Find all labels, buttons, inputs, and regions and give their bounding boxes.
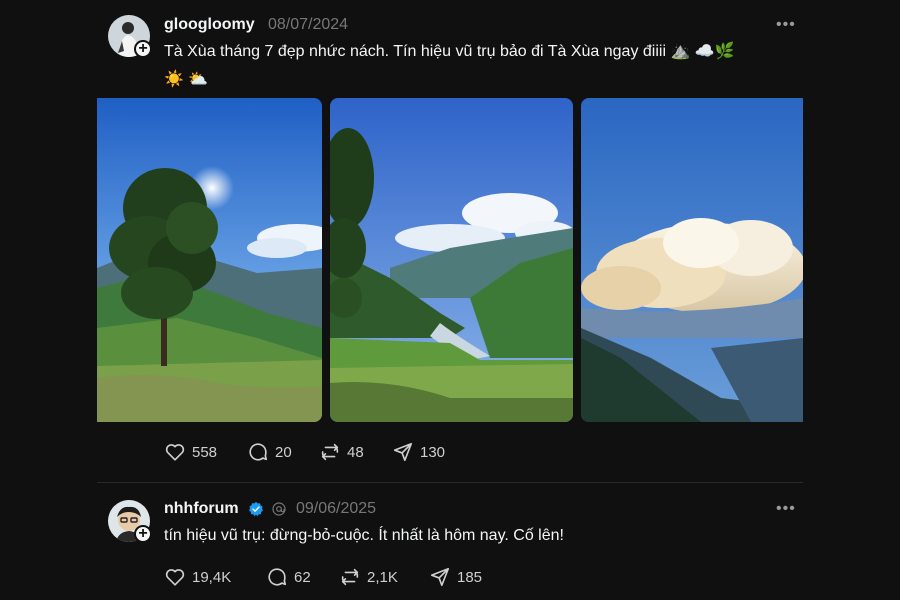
post-text: tín hiệu vũ trụ: đừng-bỏ-cuộc. Ít nhất l… xyxy=(164,527,564,544)
username[interactable]: gloogloomy xyxy=(164,16,255,34)
reply-button[interactable]: 62 xyxy=(266,565,311,589)
username[interactable]: nhhforum xyxy=(164,500,239,518)
repost-button[interactable]: 48 xyxy=(319,440,364,464)
more-icon[interactable]: ••• xyxy=(776,16,796,34)
share-button[interactable]: 130 xyxy=(392,440,445,464)
clouds-over-mountains-photo[interactable] xyxy=(581,98,803,422)
post-divider xyxy=(97,482,803,483)
like-count: 19,4K xyxy=(192,568,232,586)
like-count: 558 xyxy=(192,443,218,461)
post-actions: 558 20 48 130 xyxy=(164,440,564,464)
post-text-line1: Tà Xùa tháng 7 đẹp nhức nách. Tín hiệu v… xyxy=(164,43,735,60)
valley-lake-photo[interactable] xyxy=(330,98,573,422)
share-count: 130 xyxy=(420,443,446,461)
post-date[interactable]: 08/07/2024 xyxy=(268,16,348,34)
heart-icon xyxy=(164,566,186,588)
share-button[interactable]: 185 xyxy=(429,565,482,589)
comment-icon xyxy=(266,566,288,588)
repost-icon xyxy=(319,441,341,463)
repost-count: 2,1K xyxy=(367,568,398,586)
verified-badge-icon xyxy=(248,501,264,522)
post-text: Tà Xùa tháng 7 đẹp nhức nách. Tín hiệu v… xyxy=(164,38,804,94)
follow-plus-icon[interactable]: + xyxy=(134,525,152,543)
threads-logo-icon xyxy=(271,501,287,522)
repost-button[interactable]: 2,1K xyxy=(339,565,398,589)
more-icon[interactable]: ••• xyxy=(776,500,796,518)
share-count: 185 xyxy=(457,568,483,586)
share-icon xyxy=(392,441,414,463)
repost-count: 48 xyxy=(347,443,364,461)
post-actions: 19,4K 62 2,1K 185 xyxy=(164,565,584,589)
heart-icon xyxy=(164,441,186,463)
reply-count: 20 xyxy=(275,443,292,461)
post-gloogloomy: + gloogloomy 08/07/2024 ••• Tà Xùa tháng… xyxy=(0,0,900,480)
like-button[interactable]: 19,4K xyxy=(164,565,231,589)
post-nhhforum: + nhhforum 09/06/2025 ••• tín hiệu vũ tr… xyxy=(0,490,900,600)
tree-on-hill-photo[interactable] xyxy=(97,98,322,422)
like-button[interactable]: 558 xyxy=(164,440,217,464)
comment-icon xyxy=(247,441,269,463)
share-icon xyxy=(429,566,451,588)
post-text-line2: ☀️ ⛅ xyxy=(164,71,209,88)
follow-plus-icon[interactable]: + xyxy=(134,40,152,58)
repost-icon xyxy=(339,566,361,588)
post-date[interactable]: 09/06/2025 xyxy=(296,500,376,518)
reply-button[interactable]: 20 xyxy=(247,440,292,464)
reply-count: 62 xyxy=(294,568,311,586)
